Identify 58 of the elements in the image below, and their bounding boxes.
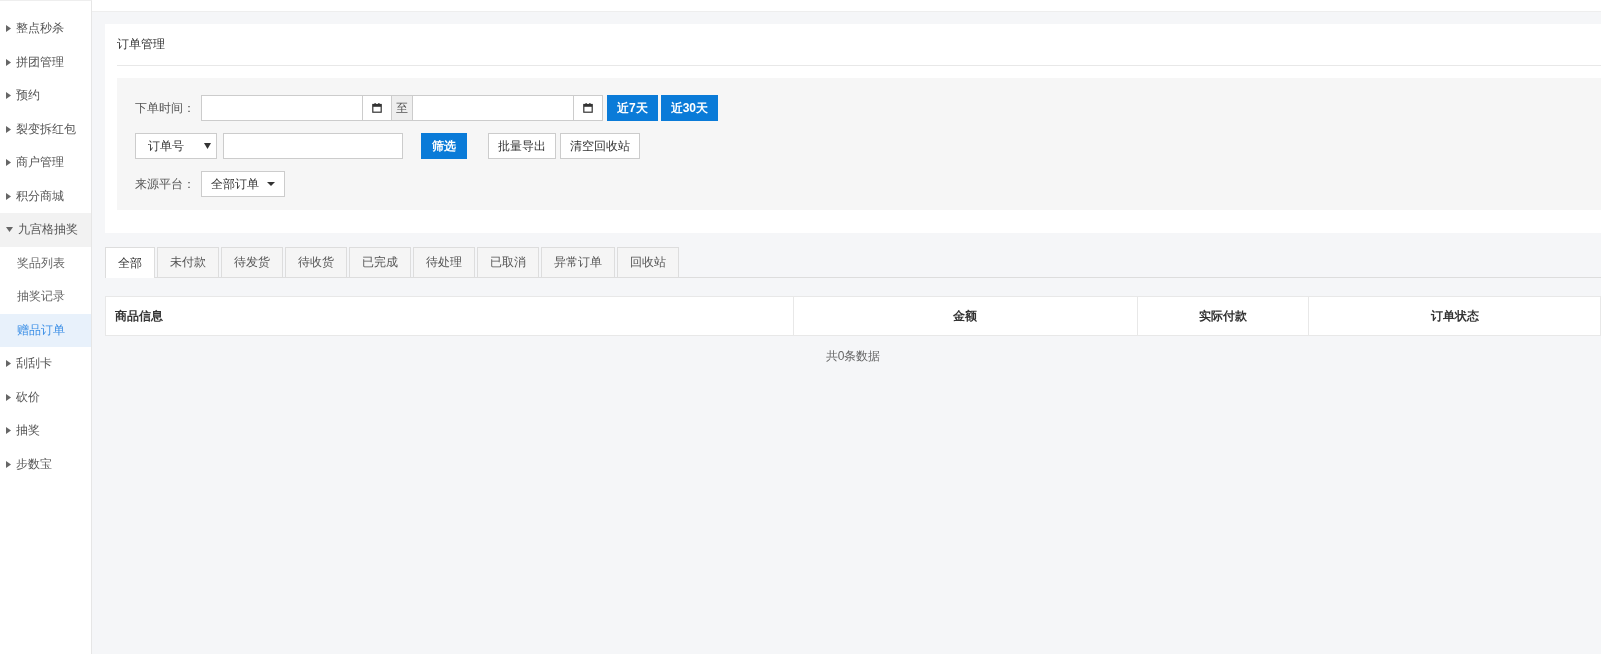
column-header: 订单状态	[1308, 296, 1601, 336]
column-header: 金额	[793, 296, 1138, 336]
calendar-button[interactable]	[363, 95, 392, 121]
order-tab[interactable]: 已完成	[349, 247, 411, 277]
caret-down-icon	[204, 143, 211, 149]
source-label: 来源平台：	[135, 175, 195, 193]
order-tab[interactable]: 全部	[105, 247, 155, 278]
caret-right-icon	[6, 92, 11, 100]
quick-range-button[interactable]: 近7天	[607, 95, 658, 121]
caret-right-icon	[6, 460, 11, 468]
caret-right-icon	[6, 125, 11, 133]
sidebar-item[interactable]: 九宫格抽奖	[0, 213, 91, 247]
caret-down-icon	[267, 182, 275, 186]
column-header: 商品信息	[105, 296, 794, 336]
order-tab[interactable]: 待收货	[285, 247, 347, 277]
date-input[interactable]	[201, 95, 363, 121]
calendar-icon	[583, 103, 593, 113]
action-button[interactable]: 清空回收站	[560, 133, 640, 159]
sidebar-item[interactable]: 砍价	[0, 380, 91, 414]
sidebar-subitem[interactable]: 奖品列表	[0, 246, 91, 280]
sidebar-item[interactable]: 刮刮卡	[0, 347, 91, 381]
order-tab[interactable]: 已取消	[477, 247, 539, 277]
sidebar-item[interactable]: 裂变拆红包	[0, 112, 91, 146]
caret-right-icon	[6, 58, 11, 66]
order-tab[interactable]: 异常订单	[541, 247, 615, 277]
panel-title: 订单管理	[117, 24, 1601, 66]
order-tab[interactable]: 回收站	[617, 247, 679, 277]
date-label: 下单时间：	[135, 99, 195, 117]
sidebar-item[interactable]: 拼团管理	[0, 45, 91, 79]
caret-right-icon	[6, 427, 11, 435]
empty-message: 共0条数据	[824, 348, 882, 365]
caret-right-icon	[6, 25, 11, 33]
caret-right-icon	[6, 159, 11, 167]
source-select[interactable]: 全部订单	[201, 171, 285, 197]
date-separator: 至	[392, 95, 412, 121]
sidebar-item[interactable]: 整点秒杀	[0, 12, 91, 46]
date-input[interactable]	[412, 95, 574, 121]
action-button[interactable]: 批量导出	[488, 133, 556, 159]
calendar-icon	[372, 103, 382, 113]
order-tab[interactable]: 待处理	[413, 247, 475, 277]
order-tab[interactable]: 待发货	[221, 247, 283, 277]
filter-button[interactable]: 筛选	[421, 133, 467, 159]
caret-right-icon	[6, 192, 11, 200]
sidebar-item[interactable]: 积分商城	[0, 179, 91, 213]
caret-down-icon	[6, 227, 13, 233]
search-type-select[interactable]: 订单号	[135, 133, 217, 159]
quick-range-button[interactable]: 近30天	[660, 95, 719, 121]
calendar-button[interactable]	[574, 95, 603, 121]
caret-right-icon	[6, 393, 11, 401]
sidebar-item[interactable]: 步数宝	[0, 447, 91, 481]
search-input[interactable]	[223, 133, 403, 159]
column-header: 实际付款	[1137, 296, 1309, 336]
sidebar-item[interactable]: 预约	[0, 79, 91, 113]
sidebar-item[interactable]: 抽奖	[0, 414, 91, 448]
caret-right-icon	[6, 360, 11, 368]
order-tab[interactable]: 未付款	[157, 247, 219, 277]
sidebar-subitem[interactable]: 抽奖记录	[0, 280, 91, 314]
sidebar-item[interactable]: 商户管理	[0, 146, 91, 180]
